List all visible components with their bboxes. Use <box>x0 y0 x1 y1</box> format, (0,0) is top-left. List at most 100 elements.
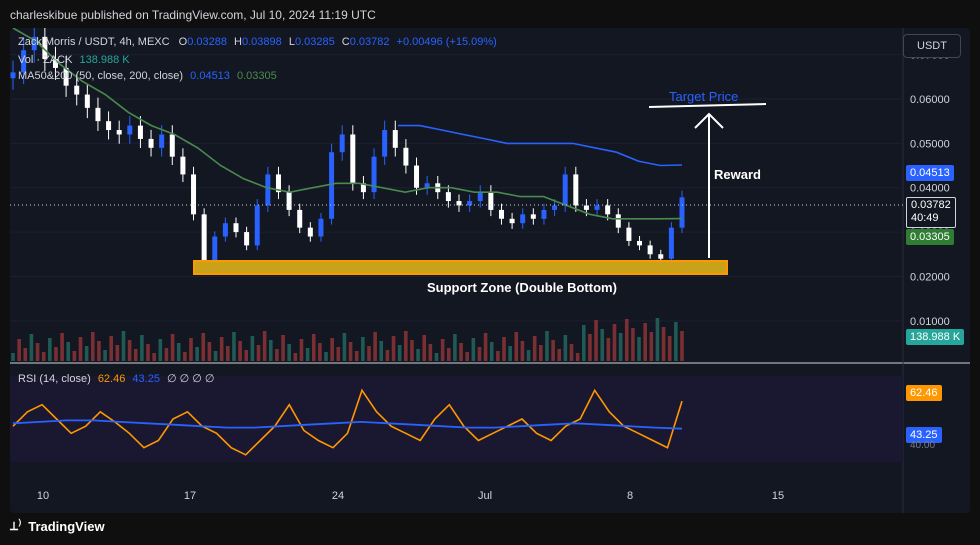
legend-rsi-ma-value: 43.25 <box>132 373 160 385</box>
volume-bar <box>373 332 377 361</box>
volume-bars <box>11 318 684 361</box>
volume-bar <box>207 342 212 361</box>
candle-body <box>137 125 143 139</box>
volume-bar <box>483 333 488 361</box>
candle-body <box>520 214 526 224</box>
target-price-line <box>648 103 767 108</box>
volume-bar <box>520 341 525 361</box>
reward-label: Reward <box>714 167 761 182</box>
volume-bar <box>115 345 120 361</box>
candle-body <box>605 205 611 215</box>
volume-bar <box>78 337 83 361</box>
volume-bar <box>201 333 206 361</box>
ma200-line <box>398 124 683 167</box>
candle-body <box>658 254 664 259</box>
volume-bar <box>11 353 15 361</box>
volume-bar <box>391 336 396 361</box>
volume-bar <box>183 352 187 361</box>
time-tick-label: 24 <box>332 490 344 502</box>
time-tick-label: 15 <box>772 490 784 502</box>
volume-bar <box>318 343 322 361</box>
candle-body <box>615 214 621 228</box>
candle-body <box>467 201 473 206</box>
candle-body <box>445 192 451 202</box>
chart-svg[interactable]: 0.070000.060000.050000.040000.030000.020… <box>10 28 970 513</box>
legend-rsi-extra: ∅ ∅ ∅ ∅ <box>167 373 215 385</box>
target-price-label: Target Price <box>669 89 738 104</box>
volume-bar <box>244 350 249 361</box>
volume-bar <box>170 334 175 361</box>
volume-bar <box>54 347 58 361</box>
candle-body <box>509 218 515 224</box>
candle-body <box>84 94 90 108</box>
volume-bar <box>219 337 224 361</box>
volume-bar <box>140 335 144 361</box>
volume-bar <box>311 334 316 361</box>
volume-bar <box>336 347 341 361</box>
legend-rsi-row: RSI (14, close) 62.46 43.25 ∅ ∅ ∅ ∅ <box>18 372 215 385</box>
price-tick-label: 0.01000 <box>910 316 950 328</box>
candle-body <box>637 240 643 246</box>
volume-bar <box>90 332 95 361</box>
volume-bar <box>109 336 114 361</box>
legend-vol-label: Vol · ZACK <box>18 54 73 66</box>
volume-bar <box>367 346 371 361</box>
volume-bar <box>299 339 304 361</box>
candle-body <box>488 192 494 210</box>
volume-bar <box>612 324 617 361</box>
footer-brand: TradingView <box>28 519 105 534</box>
top-bar: charleskibue published on TradingView.co… <box>0 0 980 28</box>
volume-bar <box>508 346 512 361</box>
volume-bar <box>84 346 89 361</box>
volume-bar <box>48 338 52 361</box>
volume-bar <box>434 353 439 361</box>
candle-body <box>583 205 589 210</box>
candle-body <box>297 209 303 228</box>
candle-body <box>329 152 335 219</box>
rsi-tag: 62.46 <box>906 385 942 401</box>
volume-bar <box>164 348 169 361</box>
volume-bar <box>35 343 40 361</box>
volume-bar <box>545 331 549 361</box>
volume-bar <box>551 340 555 361</box>
volume-bar <box>588 334 592 361</box>
legend-open: 0.03288 <box>187 36 227 48</box>
legend-ma-row: MA50&200 (50, close, 200, close) 0.04513… <box>18 70 277 82</box>
currency-button[interactable]: USDT <box>903 34 961 58</box>
price-tick-label: 0.05000 <box>910 138 950 150</box>
volume-bar <box>262 331 267 361</box>
volume-bar <box>29 334 34 361</box>
volume-bar <box>453 334 457 361</box>
candle-body <box>679 197 685 228</box>
candle-body <box>106 121 112 131</box>
volume-bar <box>624 319 629 361</box>
volume-bar <box>293 353 298 361</box>
price-tick-label: 0.06000 <box>910 94 950 106</box>
bar-countdown: 40:49 <box>911 212 939 224</box>
tradingview-logo-icon: ⟂⁾ <box>10 519 23 533</box>
candle-body <box>626 227 632 241</box>
candle-body <box>265 174 271 206</box>
volume-bar <box>268 340 273 361</box>
volume-bar <box>581 325 586 361</box>
candle-body <box>668 227 674 259</box>
volume-bar <box>680 331 684 361</box>
legend-close-label: C <box>341 36 350 48</box>
volume-bar <box>127 340 132 361</box>
time-tick-label: Jul <box>478 490 492 502</box>
volume-bar <box>158 339 163 361</box>
volume-tag: 138.988 K <box>906 329 965 345</box>
candle-body <box>180 156 186 175</box>
volume-bar <box>569 344 574 361</box>
legend-high: 0.03898 <box>241 36 282 48</box>
volume-bar <box>618 333 623 361</box>
chart-frame[interactable]: 0.070000.060000.050000.040000.030000.020… <box>10 28 970 513</box>
volume-bar <box>287 344 291 361</box>
legend-change: +0.00496 (+15.09%) <box>396 36 497 48</box>
candle-body <box>552 205 558 210</box>
volume-bar <box>146 344 150 361</box>
volume-bar <box>674 322 678 361</box>
volume-bar <box>514 332 519 361</box>
volume-bar <box>250 336 255 361</box>
ma200-price-tag: 0.04513 <box>906 165 954 181</box>
